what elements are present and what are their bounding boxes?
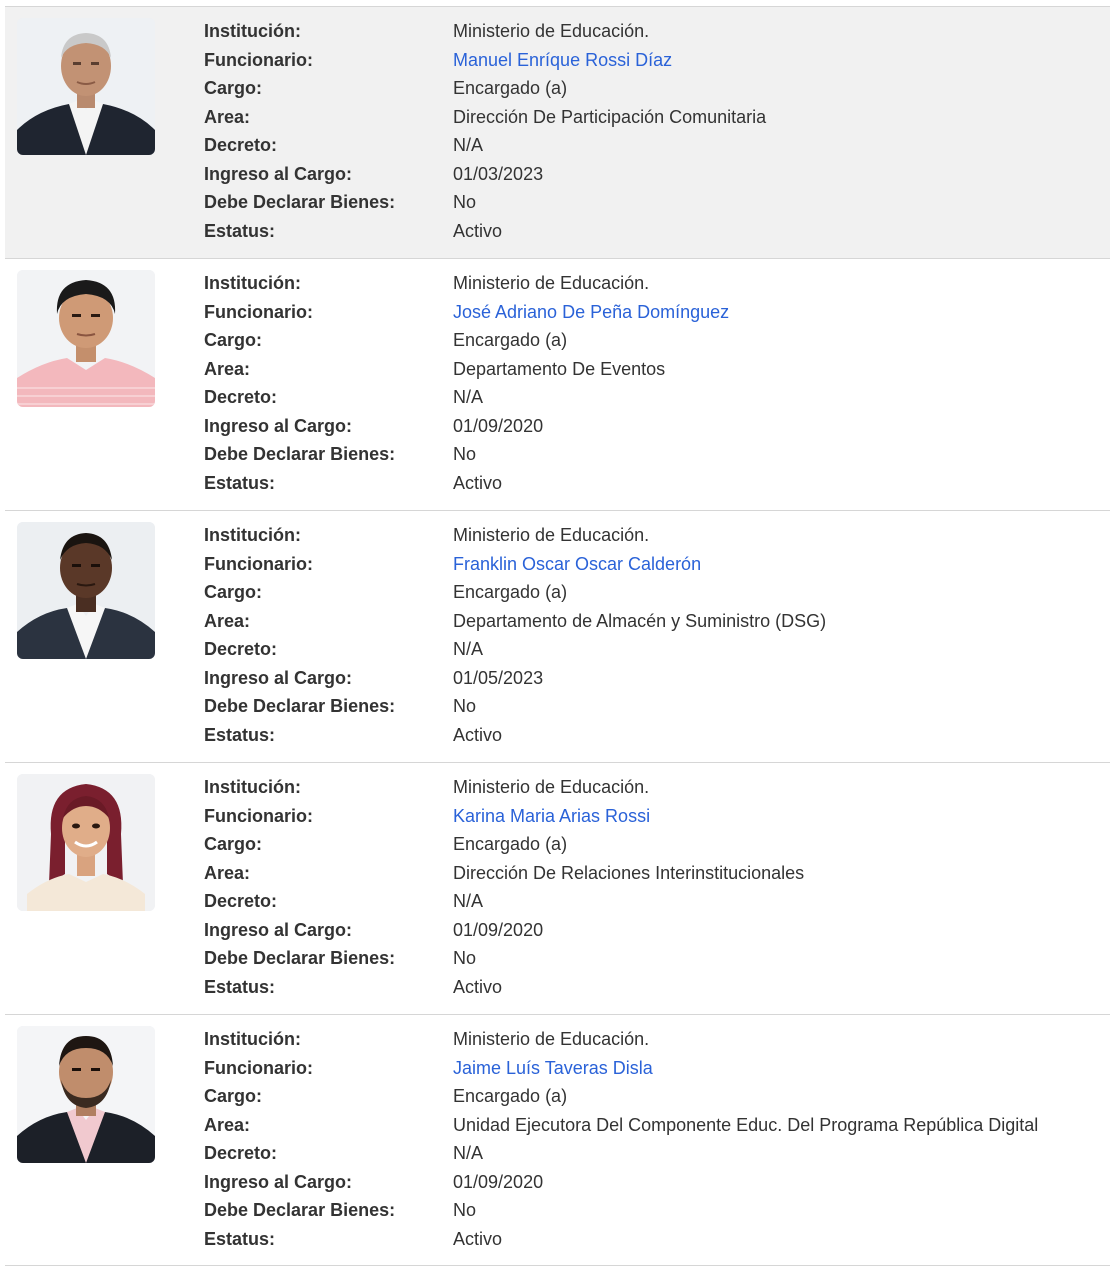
official-photo: [17, 270, 155, 407]
official-record: Institución: Ministerio de Educación. Fun…: [5, 1014, 1110, 1266]
area-label: Area:: [204, 610, 251, 631]
official-name-link[interactable]: Jaime Luís Taveras Disla: [453, 1058, 653, 1079]
must-declare-label: Debe Declarar Bienes:: [204, 948, 396, 968]
official-photo: [17, 1026, 155, 1163]
official-label: Funcionario:: [204, 805, 313, 826]
decree-value: N/A: [453, 387, 484, 407]
official-label: Funcionario:: [204, 553, 313, 574]
decree-label: Decreto:: [204, 891, 278, 911]
official-record: Institución: Ministerio de Educación. Fun…: [5, 258, 1110, 510]
institution-value: Ministerio de Educación.: [453, 525, 650, 545]
area-value: Unidad Ejecutora Del Componente Educ. De…: [453, 1114, 1039, 1135]
position-label: Cargo:: [204, 330, 262, 350]
decree-label: Decreto:: [204, 1143, 278, 1163]
position-value: Encargado (a): [453, 834, 568, 854]
start-date-value: 01/09/2020: [453, 415, 544, 436]
must-declare-label: Debe Declarar Bienes:: [204, 696, 396, 716]
official-photo: [17, 774, 155, 911]
must-declare-value: No: [453, 948, 477, 968]
official-name-link[interactable]: Manuel Enríque Rossi Díaz: [453, 50, 672, 71]
start-date-value: 01/03/2023: [453, 163, 544, 184]
start-date-value: 01/09/2020: [453, 1171, 544, 1192]
institution-value: Ministerio de Educación.: [453, 21, 650, 41]
area-value: Dirección De Relaciones Interinstitucion…: [453, 862, 805, 883]
official-name-link[interactable]: Karina Maria Arias Rossi: [453, 806, 650, 827]
official-record: Institución: Ministerio de Educación. Fun…: [5, 6, 1110, 258]
institution-label: Institución:: [204, 21, 301, 41]
institution-label: Institución:: [204, 525, 301, 545]
status-label: Estatus:: [204, 724, 276, 745]
portrait-woman-icon: [17, 774, 155, 911]
position-value: Encargado (a): [453, 1086, 568, 1106]
start-date-label: Ingreso al Cargo:: [204, 919, 353, 940]
status-label: Estatus:: [204, 472, 276, 493]
must-declare-value: No: [453, 1200, 477, 1220]
position-label: Cargo:: [204, 78, 262, 98]
area-value: Departamento de Almacén y Suministro (DS…: [453, 610, 827, 631]
decree-value: N/A: [453, 135, 484, 155]
position-value: Encargado (a): [453, 78, 568, 98]
decree-value: N/A: [453, 1143, 484, 1163]
position-value: Encargado (a): [453, 582, 568, 602]
start-date-label: Ingreso al Cargo:: [204, 667, 353, 688]
status-value: Activo: [453, 220, 503, 241]
must-declare-value: No: [453, 696, 477, 716]
official-name-link[interactable]: Franklin Oscar Oscar Calderón: [453, 554, 701, 575]
official-photo: [17, 522, 155, 659]
decree-label: Decreto:: [204, 135, 278, 155]
decree-label: Decreto:: [204, 387, 278, 407]
portrait-man-beard-icon: [17, 1026, 155, 1163]
official-name-link[interactable]: José Adriano De Peña Domínguez: [453, 302, 729, 323]
institution-label: Institución:: [204, 273, 301, 293]
area-label: Area:: [204, 862, 251, 883]
status-value: Activo: [453, 976, 503, 997]
must-declare-label: Debe Declarar Bienes:: [204, 1200, 396, 1220]
start-date-label: Ingreso al Cargo:: [204, 163, 353, 184]
official-photo: [17, 18, 155, 155]
status-value: Activo: [453, 1228, 503, 1249]
official-record: Institución: Ministerio de Educación. Fun…: [5, 510, 1110, 762]
must-declare-label: Debe Declarar Bienes:: [204, 192, 396, 212]
start-date-value: 01/09/2020: [453, 919, 544, 940]
must-declare-value: No: [453, 192, 477, 212]
area-value: Dirección De Participación Comunitaria: [453, 106, 767, 127]
area-label: Area:: [204, 1114, 251, 1135]
officials-list: Institución: Ministerio de Educación. Fun…: [5, 6, 1110, 1266]
position-label: Cargo:: [204, 834, 262, 854]
institution-value: Ministerio de Educación.: [453, 273, 650, 293]
status-label: Estatus:: [204, 1228, 276, 1249]
institution-label: Institución:: [204, 777, 301, 797]
status-label: Estatus:: [204, 220, 276, 241]
position-value: Encargado (a): [453, 330, 568, 350]
must-declare-value: No: [453, 444, 477, 464]
status-value: Activo: [453, 724, 503, 745]
status-value: Activo: [453, 472, 503, 493]
start-date-label: Ingreso al Cargo:: [204, 415, 353, 436]
portrait-man-pink-shirt-icon: [17, 270, 155, 407]
institution-value: Ministerio de Educación.: [453, 777, 650, 797]
portrait-man-gray-hair-icon: [17, 18, 155, 155]
must-declare-label: Debe Declarar Bienes:: [204, 444, 396, 464]
area-label: Area:: [204, 358, 251, 379]
institution-label: Institución:: [204, 1029, 301, 1049]
status-label: Estatus:: [204, 976, 276, 997]
start-date-value: 01/05/2023: [453, 667, 544, 688]
area-value: Departamento De Eventos: [453, 358, 666, 379]
decree-value: N/A: [453, 639, 484, 659]
start-date-label: Ingreso al Cargo:: [204, 1171, 353, 1192]
position-label: Cargo:: [204, 582, 262, 602]
official-label: Funcionario:: [204, 1057, 313, 1078]
decree-value: N/A: [453, 891, 484, 911]
institution-value: Ministerio de Educación.: [453, 1029, 650, 1049]
official-label: Funcionario:: [204, 301, 313, 322]
decree-label: Decreto:: [204, 639, 278, 659]
area-label: Area:: [204, 106, 251, 127]
official-record: Institución: Ministerio de Educación. Fun…: [5, 762, 1110, 1014]
official-label: Funcionario:: [204, 49, 313, 70]
portrait-man-dark-suit-icon: [17, 522, 155, 659]
position-label: Cargo:: [204, 1086, 262, 1106]
